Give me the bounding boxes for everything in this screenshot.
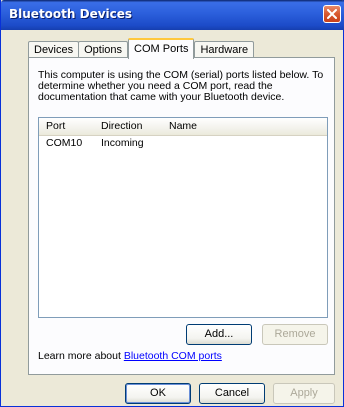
list-item[interactable]: COM10 Incoming <box>39 136 327 150</box>
tab-devices[interactable]: Devices <box>28 41 80 58</box>
tab-strip: Devices Options COM Ports Hardware <box>28 38 255 59</box>
tab-com-ports[interactable]: COM Ports <box>128 38 195 59</box>
direction-cell: Incoming <box>101 137 144 149</box>
tab-options[interactable]: Options <box>78 41 129 58</box>
port-cell: COM10 <box>46 137 83 149</box>
window-title: Bluetooth Devices <box>9 7 133 21</box>
cancel-button[interactable]: Cancel <box>199 383 265 404</box>
close-icon <box>327 9 337 19</box>
tab-hardware[interactable]: Hardware <box>194 41 255 58</box>
remove-button[interactable]: Remove <box>262 324 328 345</box>
ok-button[interactable]: OK <box>125 383 191 404</box>
list-header: Port Direction Name <box>39 118 327 136</box>
add-button[interactable]: Add... <box>186 324 252 345</box>
learn-more-prefix: Learn more about <box>38 350 124 362</box>
com-ports-list[interactable]: Port Direction Name COM10 Incoming <box>38 117 328 318</box>
close-button[interactable] <box>323 5 341 23</box>
column-header-name[interactable]: Name <box>169 120 197 132</box>
bluetooth-com-ports-link[interactable]: Bluetooth COM ports <box>124 350 222 362</box>
learn-more-text: Learn more about Bluetooth COM ports <box>38 350 222 362</box>
bluetooth-devices-dialog: Bluetooth Devices Devices Options COM Po… <box>0 0 344 407</box>
com-ports-panel: This computer is using the COM (serial) … <box>28 57 335 375</box>
com-ports-description: This computer is using the COM (serial) … <box>38 69 324 103</box>
column-header-port[interactable]: Port <box>46 120 65 132</box>
column-header-direction[interactable]: Direction <box>101 120 142 132</box>
apply-button[interactable]: Apply <box>273 383 335 404</box>
title-bar[interactable]: Bluetooth Devices <box>1 0 344 30</box>
